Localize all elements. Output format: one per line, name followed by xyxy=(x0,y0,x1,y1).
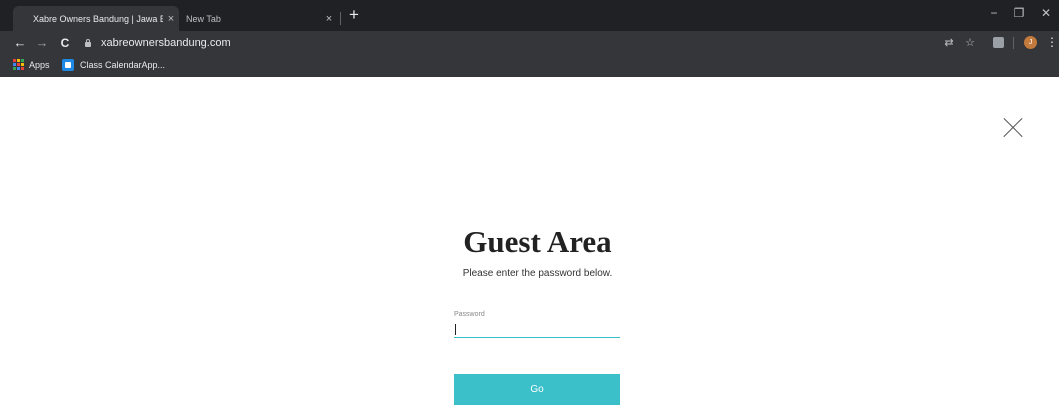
maximize-icon[interactable]: ❐ xyxy=(1009,6,1029,20)
password-label: Password xyxy=(454,311,485,318)
page-title: Guest Area xyxy=(463,224,612,259)
new-tab-button[interactable]: + xyxy=(349,6,359,24)
apps-grid-dot xyxy=(21,59,24,62)
back-icon[interactable]: ← xyxy=(11,34,29,52)
minimize-icon[interactable]: − xyxy=(984,6,1004,20)
go-button[interactable]: Go xyxy=(454,374,620,405)
profile-avatar[interactable]: J xyxy=(1024,36,1037,49)
tab-xabre-owners[interactable]: Xabre Owners Bandung | Jawa Ba × xyxy=(13,6,179,31)
extension-icon[interactable] xyxy=(993,37,1004,48)
apps-grid-dot xyxy=(21,67,24,70)
browser-toolbar: ← → C xabreownersbandung.com ⇄ ☆ J ⋮ xyxy=(0,31,1059,55)
toolbar-separator xyxy=(1013,37,1014,49)
lock-icon xyxy=(84,39,92,47)
tab-close-icon[interactable]: × xyxy=(321,13,337,25)
browser-tab-bar: Xabre Owners Bandung | Jawa Ba × New Tab… xyxy=(0,0,1059,31)
calendar-app-icon xyxy=(62,59,74,71)
tab-new-tab[interactable]: New Tab × xyxy=(180,6,337,31)
apps-grid-dot xyxy=(13,63,16,66)
apps-grid-dot xyxy=(17,59,20,62)
close-icon[interactable] xyxy=(1003,118,1023,138)
apps-grid-icon xyxy=(13,59,24,70)
apps-grid-dot xyxy=(17,63,20,66)
menu-icon[interactable]: ⋮ xyxy=(1046,35,1058,50)
url-text: xabreownersbandung.com xyxy=(101,37,231,49)
translate-icon[interactable]: ⇄ xyxy=(942,36,956,50)
apps-grid-dot xyxy=(13,67,16,70)
bookmark-class-calendar[interactable]: Class CalendarApp... xyxy=(62,59,165,71)
bookmark-apps[interactable]: Apps xyxy=(13,59,50,70)
password-input[interactable] xyxy=(454,320,620,338)
apps-grid-dot xyxy=(21,63,24,66)
bookmark-star-icon[interactable]: ☆ xyxy=(963,36,977,50)
apps-grid-dot xyxy=(13,59,16,62)
tab-title: Xabre Owners Bandung | Jawa Ba xyxy=(33,13,163,24)
text-caret xyxy=(455,324,456,335)
forward-icon[interactable]: → xyxy=(33,34,51,52)
tab-separator xyxy=(340,12,341,25)
address-bar[interactable]: xabreownersbandung.com xyxy=(84,33,954,53)
bookmarks-bar: Apps Class CalendarApp... xyxy=(0,55,1059,77)
window-close-icon[interactable]: ✕ xyxy=(1036,6,1056,20)
page-subtitle: Please enter the password below. xyxy=(462,268,613,279)
bookmark-label: Apps xyxy=(29,59,50,70)
reload-icon[interactable]: C xyxy=(56,34,74,52)
tab-close-icon[interactable]: × xyxy=(163,13,179,25)
apps-grid-dot xyxy=(17,67,20,70)
tab-title: New Tab xyxy=(186,13,221,24)
bookmark-label: Class CalendarApp... xyxy=(80,60,166,70)
